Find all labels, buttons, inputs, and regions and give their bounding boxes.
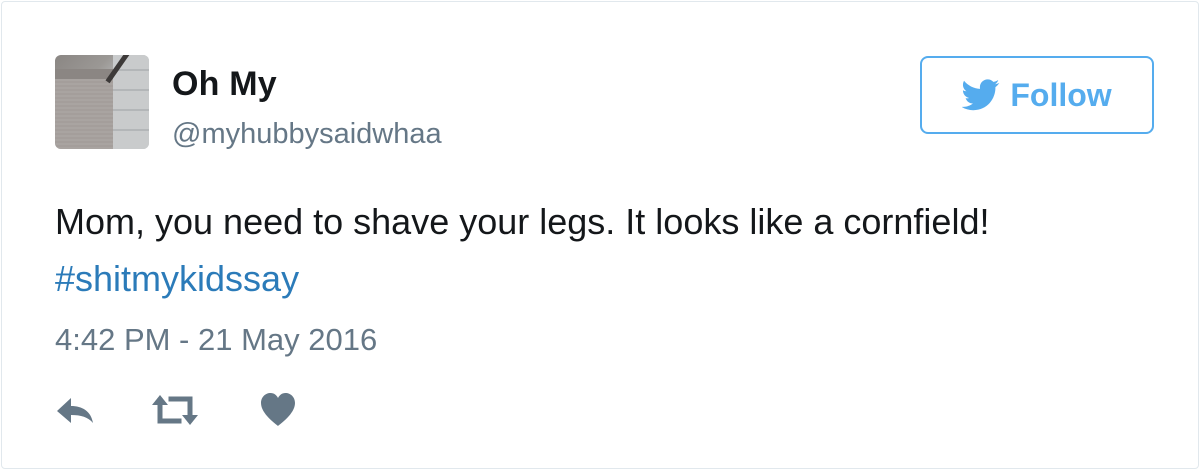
- tweet-timestamp[interactable]: 4:42 PM - 21 May 2016: [55, 322, 377, 358]
- author-name[interactable]: Oh My: [172, 65, 277, 104]
- follow-button-label: Follow: [1010, 76, 1112, 113]
- avatar[interactable]: [55, 55, 149, 149]
- follow-button[interactable]: Follow: [920, 56, 1154, 134]
- reply-icon[interactable]: [55, 390, 97, 430]
- twitter-bird-icon: [962, 79, 1000, 111]
- retweet-icon[interactable]: [149, 390, 201, 430]
- tweet-text: Mom, you need to shave your legs. It loo…: [55, 201, 990, 242]
- author-handle[interactable]: @myhubbysaidwhaa: [172, 118, 442, 151]
- tweet-card: Oh My @myhubbysaidwhaa Follow Mom, you n…: [1, 1, 1199, 469]
- heart-icon[interactable]: [258, 390, 298, 430]
- hashtag-link[interactable]: #shitmykidssay: [55, 257, 299, 300]
